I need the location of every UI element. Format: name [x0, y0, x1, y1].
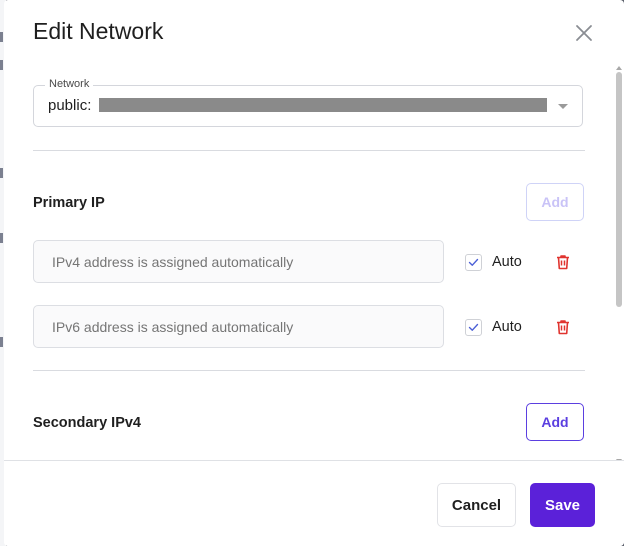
- secondary-ipv4-add-button[interactable]: Add: [526, 403, 584, 441]
- backdrop-mark: [0, 337, 3, 347]
- backdrop-mark: [0, 60, 3, 70]
- ipv6-auto-label: Auto: [492, 319, 522, 335]
- section-divider: [33, 150, 585, 151]
- trash-icon: [557, 320, 569, 335]
- backdrop-mark: [0, 233, 3, 243]
- close-button[interactable]: [572, 21, 596, 45]
- close-icon: [576, 25, 592, 41]
- dialog-footer: Cancel Save: [4, 460, 624, 546]
- backdrop-mark: [0, 32, 3, 42]
- ipv6-address-field[interactable]: [33, 305, 444, 348]
- edit-network-dialog: Edit Network Network public: Primary IP …: [4, 0, 624, 546]
- ipv4-address-field[interactable]: [33, 240, 444, 283]
- dialog-scrollbar[interactable]: [616, 66, 622, 460]
- ipv6-delete-button[interactable]: [554, 318, 572, 336]
- backdrop-mark: [0, 168, 3, 178]
- section-divider: [33, 370, 585, 371]
- network-value-redacted: [99, 98, 547, 112]
- network-select[interactable]: Network public:: [33, 78, 583, 127]
- save-button[interactable]: Save: [530, 483, 595, 527]
- trash-icon: [557, 255, 569, 270]
- scrollbar-thumb[interactable]: [616, 72, 622, 307]
- primary-ip-add-button[interactable]: Add: [526, 183, 584, 221]
- dialog-body[interactable]: Network public: Primary IP Add Auto: [4, 64, 624, 460]
- dialog-title: Edit Network: [33, 18, 164, 44]
- checkmark-icon: [468, 258, 479, 266]
- primary-ip-heading: Primary IP: [33, 195, 105, 211]
- secondary-ipv4-heading: Secondary IPv4: [33, 415, 141, 431]
- network-selected-value: public:: [48, 97, 92, 114]
- dialog-header: Edit Network: [4, 0, 624, 64]
- scroll-up-icon[interactable]: [616, 66, 622, 70]
- ipv4-auto-checkbox[interactable]: [465, 254, 482, 271]
- ipv4-auto-label: Auto: [492, 254, 522, 270]
- network-field-label: Network: [45, 78, 94, 90]
- ipv4-delete-button[interactable]: [554, 253, 572, 271]
- checkmark-icon: [468, 323, 479, 331]
- ipv6-auto-checkbox[interactable]: [465, 319, 482, 336]
- cancel-button[interactable]: Cancel: [437, 483, 516, 527]
- chevron-down-icon: [558, 104, 568, 109]
